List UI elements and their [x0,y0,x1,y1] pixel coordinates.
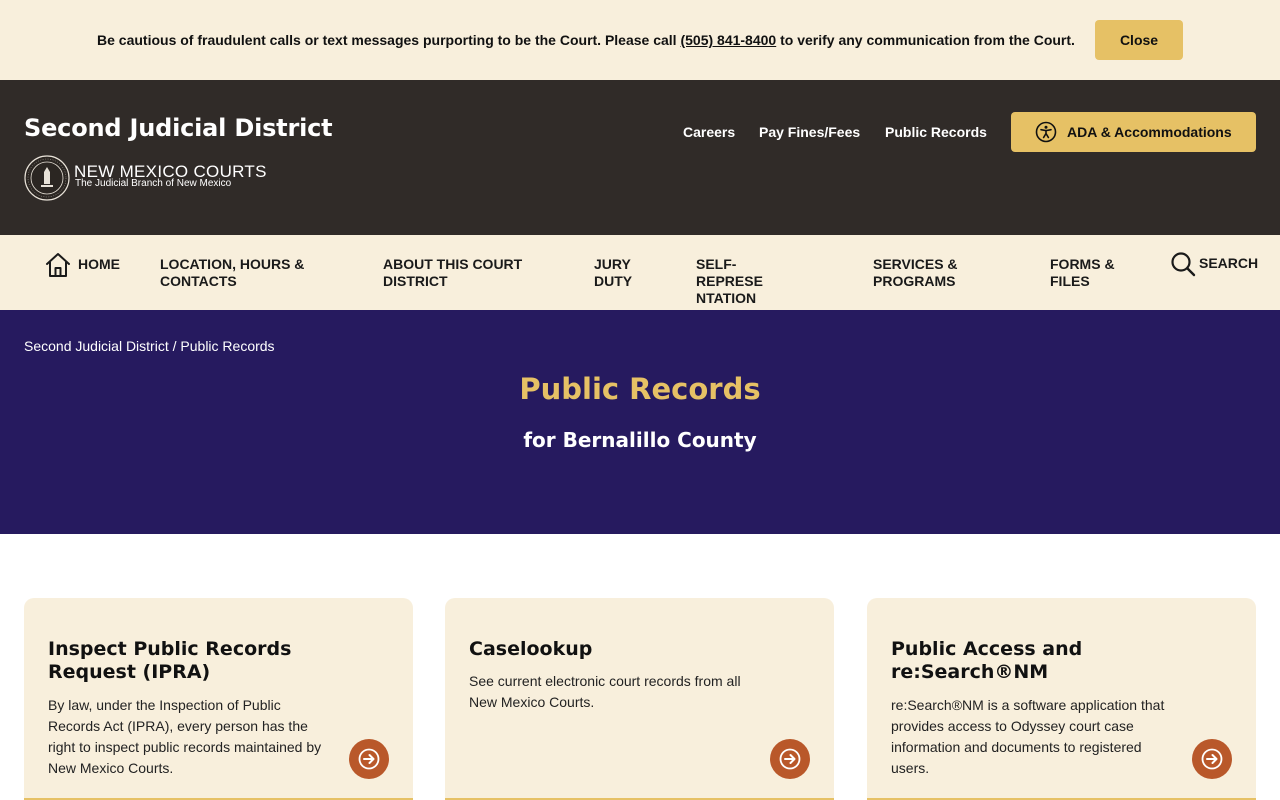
arrow-right-icon [779,748,801,770]
breadcrumb-current: Public Records [180,338,275,354]
alert-text-start: Be cautious of fraudulent calls or text … [97,32,681,48]
breadcrumb: Second Judicial District / Public Record… [24,338,275,354]
logo-subtitle: The Judicial Branch of New Mexico [75,178,232,189]
arrow-right-icon [358,748,380,770]
nav-services-programs[interactable]: SERVICES & PROGRAMS [873,256,983,290]
card-description: re:Search®NM is a software application t… [891,697,1165,776]
card-title: Inspect Public Records Request (IPRA) [48,638,292,683]
alert-text-end: to verify any communication from the Cou… [776,32,1075,48]
fraud-alert-banner: Be cautious of fraudulent calls or text … [0,0,1280,80]
card-description: By law, under the Inspection of Public R… [48,697,322,776]
nav-forms-files[interactable]: FORMS & FILES [1050,256,1140,290]
pay-fines-link[interactable]: Pay Fines/Fees [759,124,860,140]
card-arrow-button[interactable] [349,739,389,779]
card-arrow-button[interactable] [1192,739,1232,779]
nav-jury-duty[interactable]: JURY DUTY [594,256,654,290]
nav-about-court-district[interactable]: ABOUT THIS COURT DISTRICT [383,256,558,290]
arrow-right-icon [1201,748,1223,770]
page-subtitle: for Bernalillo County [523,428,757,452]
fraud-alert-text: Be cautious of fraudulent calls or text … [97,32,1075,48]
main-navigation: HOME LOCATION, HOURS & CONTACTS ABOUT TH… [0,235,1280,310]
card-description: See current electronic court records fro… [469,673,741,710]
site-title[interactable]: Second Judicial District [24,114,333,142]
card-title: Caselookup [469,638,593,660]
home-icon[interactable] [44,251,72,279]
careers-link[interactable]: Careers [683,124,735,140]
card-research-nm[interactable]: Public Access and re:Search®NM re:Search… [867,598,1256,800]
nav-search[interactable]: SEARCH [1199,255,1258,272]
breadcrumb-separator: / [168,338,181,354]
nav-home[interactable]: HOME [78,256,120,273]
nav-self-representation-line2: REPRESENTATION [696,273,763,306]
nm-courts-seal-icon[interactable] [24,155,70,201]
alert-close-button[interactable]: Close [1095,20,1183,60]
card-ipra[interactable]: Inspect Public Records Request (IPRA) By… [24,598,413,800]
accessibility-icon [1035,121,1057,143]
nav-self-representation-line1: SELF- [696,256,737,272]
search-icon[interactable] [1170,251,1196,277]
court-phone-link[interactable]: (505) 841-8400 [680,32,776,48]
card-title: Public Access and re:Search®NM [891,638,1083,683]
card-caselookup[interactable]: Caselookup See current electronic court … [445,598,834,800]
public-records-link[interactable]: Public Records [885,124,987,140]
nav-self-representation[interactable]: SELF- REPRESENTATION [696,256,770,307]
breadcrumb-home-link[interactable]: Second Judicial District [24,338,169,354]
card-arrow-button[interactable] [770,739,810,779]
site-header: Second Judicial District NEW MEXICO COUR… [0,80,1280,235]
hero-banner: Second Judicial District / Public Record… [0,310,1280,534]
ada-accommodations-button[interactable]: ADA & Accommodations [1011,112,1256,152]
page-title: Public Records [519,372,761,406]
ada-label: ADA & Accommodations [1067,124,1232,140]
nav-location-hours-contacts[interactable]: LOCATION, HOURS & CONTACTS [160,256,330,290]
